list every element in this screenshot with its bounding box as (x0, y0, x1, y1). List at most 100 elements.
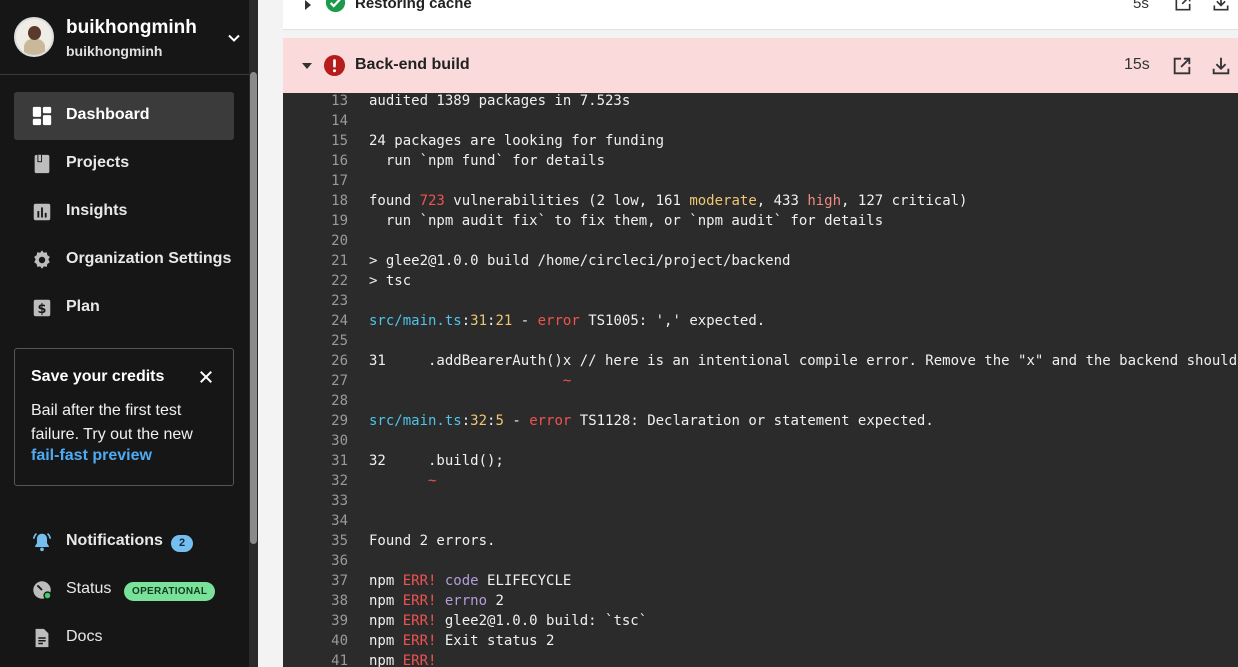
log-line-number: 30 (331, 433, 348, 449)
log-segment: found (369, 193, 420, 209)
log-line: 34 (283, 513, 1238, 533)
log-line-number: 14 (331, 113, 348, 129)
close-icon[interactable] (197, 368, 215, 386)
nav-dashboard[interactable]: Dashboard (14, 92, 234, 140)
bar-chart-icon (33, 203, 51, 221)
log-line-text: 32 .build(); (369, 453, 504, 469)
log-segment: moderate (689, 193, 757, 209)
notification-count-badge: 2 (171, 535, 193, 552)
log-segment: npm (369, 633, 403, 649)
log-segment: ELIFECYCLE (478, 573, 572, 589)
log-line-number: 32 (331, 473, 348, 489)
caret-down-icon[interactable] (301, 61, 313, 71)
log-line: 33 (283, 493, 1238, 513)
nav-docs[interactable]: Docs (14, 614, 234, 662)
sidebar: buikhongminh buikhongminh Dashboard Proj… (0, 0, 258, 667)
nav-projects[interactable]: Projects (14, 140, 234, 188)
log-line: 36 (283, 553, 1238, 573)
nav-insights[interactable]: Insights (14, 188, 234, 236)
external-link-icon[interactable] (1173, 0, 1193, 13)
log-line-number: 34 (331, 513, 348, 529)
log-segment: npm (369, 573, 403, 589)
log-segment: ERR! (402, 573, 437, 589)
nav-organization-settings-label: Organization Settings (66, 250, 232, 267)
book-icon (34, 154, 50, 174)
log-line: 18 found 723 vulnerabilities (2 low, 161 … (283, 193, 1238, 213)
log-segment: 24 packages are looking for funding (369, 133, 665, 149)
log-line-number: 28 (331, 393, 348, 409)
download-icon[interactable] (1210, 55, 1232, 77)
external-link-icon[interactable] (1171, 55, 1193, 77)
download-icon[interactable] (1211, 0, 1231, 13)
log-segment: error (529, 413, 572, 429)
log-line-number: 37 (331, 573, 348, 589)
nav-organization-settings[interactable]: Organization Settings (14, 236, 234, 284)
log-line-number: 35 (331, 533, 348, 549)
log-line-number: 31 (331, 453, 348, 469)
gauge-icon (33, 581, 52, 600)
log-line-text: npm ERR! Exit status 2 (369, 633, 554, 649)
log-line: 24 src/main.ts:31:21 - error TS1005: ',' … (283, 313, 1238, 333)
log-line-number: 36 (331, 553, 348, 569)
log-line-text: found 723 vulnerabilities (2 low, 161 mo… (369, 193, 967, 209)
log-line-number: 26 (331, 353, 348, 369)
log-segment: 723 (419, 193, 445, 209)
log-line-number: 39 (331, 613, 348, 629)
log-line-number: 20 (331, 233, 348, 249)
sidebar-scrollbar-thumb[interactable] (250, 72, 257, 544)
log-line: 15 24 packages are looking for funding (283, 133, 1238, 153)
log-line-number: 33 (331, 493, 348, 509)
nav-projects-label: Projects (66, 154, 130, 171)
log-segment: 32 .build(); (369, 453, 504, 469)
log-line-text: Found 2 errors. (369, 533, 495, 549)
log-segment: Found 2 errors. (369, 533, 496, 549)
log-segment: 2 (487, 593, 504, 609)
log-segment: ERR! (402, 613, 437, 629)
log-segment: code (444, 573, 479, 589)
bell-icon (32, 533, 52, 552)
log-line-number: 15 (331, 133, 348, 149)
fail-fast-link[interactable]: fail-fast preview (31, 447, 152, 465)
log-segment: high (807, 193, 842, 209)
chevron-down-icon[interactable] (224, 28, 244, 48)
step-title: Restoring cache (355, 0, 472, 12)
log-line: 13 audited 1389 packages in 7.523s (283, 93, 1238, 113)
log-line-text: 24 packages are looking for funding (369, 133, 664, 149)
account-switcher[interactable]: buikhongminh buikhongminh (0, 0, 250, 75)
log-line: 16 run `npm fund` for details (283, 153, 1238, 173)
log-line-number: 38 (331, 593, 348, 609)
document-icon (35, 628, 49, 648)
log-line-text: 31 .addBearerAuth()x // here is an inten… (369, 353, 1237, 369)
log-line-number: 41 (331, 653, 348, 667)
dashboard-icon (32, 106, 52, 126)
log-line: 26 31 .addBearerAuth()x // here is an int… (283, 353, 1238, 373)
nav-notifications[interactable]: Notifications 2 (14, 518, 234, 566)
nav-status[interactable]: Status OPERATIONAL (14, 566, 234, 614)
nav-dashboard-label: Dashboard (66, 106, 150, 123)
log-line: 20 (283, 233, 1238, 253)
log-line: 30 (283, 433, 1238, 453)
credits-title: Save your credits (31, 368, 165, 385)
log-line-number: 23 (331, 293, 348, 309)
log-segment: : (461, 413, 471, 429)
log-segment: audited 1389 packages in 7.523s (369, 93, 631, 109)
log-line: 23 (283, 293, 1238, 313)
log-segment: 31 .addBearerAuth()x // here is an inten… (369, 353, 1238, 369)
log-line: 14 (283, 113, 1238, 133)
log-line-text: npm ERR! glee2@1.0.0 build: `tsc` (369, 613, 647, 629)
log-line-number: 19 (331, 213, 348, 229)
log-line-text: src/main.ts:32:5 - error TS1128: Declara… (369, 413, 934, 429)
nav-status-label: Status (66, 580, 112, 597)
log-segment: TS1128: Declaration or statement expecte… (571, 413, 934, 429)
step-back-end-build[interactable]: Back-end build 15s (283, 38, 1238, 93)
log-line: 27 ~ (283, 373, 1238, 393)
dollar-icon: $ (33, 299, 51, 317)
nav-plan[interactable]: $ Plan (14, 284, 234, 332)
log-line-text: npm ERR! code ELIFECYCLE (369, 573, 571, 589)
build-log-output[interactable]: 13 audited 1389 packages in 7.523s 14 15 24 … (283, 93, 1238, 667)
caret-right-icon[interactable] (303, 0, 313, 10)
log-segment: src/main.ts (369, 313, 462, 329)
step-restoring-cache[interactable]: Restoring cache 5s (283, 0, 1238, 30)
step-duration: 5s (1133, 0, 1149, 12)
log-line-text: npm ERR! (369, 653, 436, 667)
